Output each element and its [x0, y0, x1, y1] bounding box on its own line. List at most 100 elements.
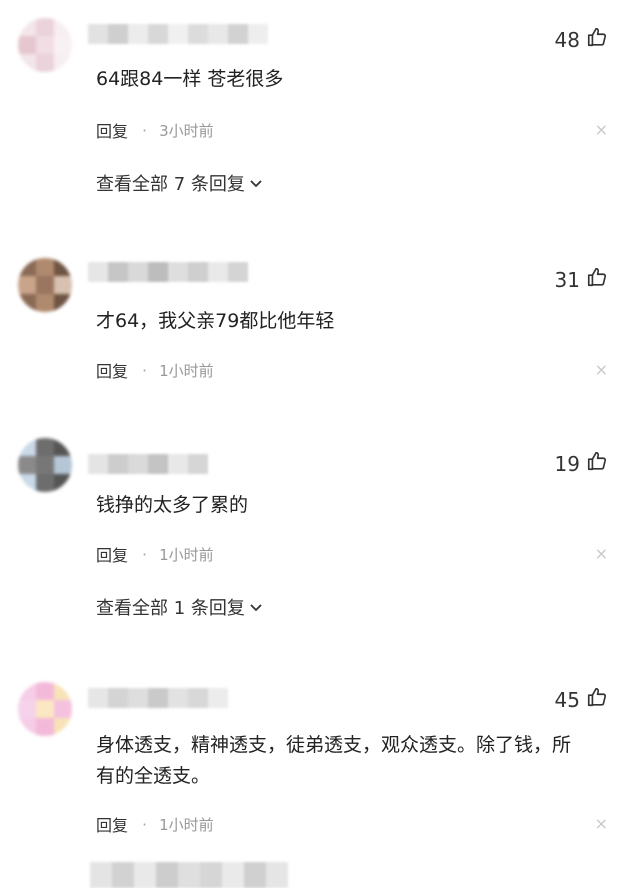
username-pixel: [228, 262, 248, 282]
avatar-pixel: [36, 456, 54, 474]
like-count: 48: [554, 27, 580, 52]
username-pixel: [128, 688, 148, 708]
like-button[interactable]: 31: [555, 266, 608, 293]
username-pixel: [128, 24, 148, 44]
comment-item: 48 64跟84一样 苍老很多 回复 · 3小时前 × 查看全部 7 条回复: [0, 0, 640, 220]
comment-meta: 回复 · 1小时前: [96, 542, 214, 566]
avatar[interactable]: [18, 258, 72, 312]
comment-item: 45 身体透支，精神透支，徒弟透支，观众透支。除了钱，所有的全透支。 回复 · …: [0, 664, 640, 854]
avatar[interactable]: [18, 682, 72, 736]
comment-text: 钱挣的太多了累的: [96, 494, 249, 516]
like-button[interactable]: 19: [555, 450, 608, 477]
username-pixel: [266, 862, 288, 888]
username-pixel: [134, 862, 156, 888]
reply-button[interactable]: 回复: [96, 118, 128, 142]
username-pixel: [208, 262, 228, 282]
username-blurred[interactable]: [88, 262, 248, 282]
username-blurred[interactable]: [88, 454, 208, 474]
avatar-pixel: [54, 456, 72, 474]
close-icon[interactable]: ×: [595, 360, 608, 379]
avatar[interactable]: [18, 18, 72, 72]
username-pixel: [108, 24, 128, 44]
timestamp: 1小时前: [159, 545, 214, 564]
timestamp: 3小时前: [159, 121, 214, 140]
username-blurred[interactable]: [90, 862, 288, 888]
avatar-pixel: [36, 294, 54, 312]
username-pixel: [188, 262, 208, 282]
avatar-pixel: [54, 276, 72, 294]
separator-dot: ·: [142, 120, 148, 140]
comment-item: 19 钱挣的太多了累的 回复 · 1小时前 × 查看全部 1 条回复: [0, 424, 640, 644]
username-pixel: [178, 862, 200, 888]
like-button[interactable]: 48: [555, 26, 608, 53]
close-icon[interactable]: ×: [595, 120, 608, 139]
avatar-pixel: [18, 276, 36, 294]
comment-meta: 回复 · 1小时前: [96, 358, 214, 382]
username-pixel: [128, 454, 148, 474]
avatar[interactable]: [18, 438, 72, 492]
view-all-replies-button[interactable]: 查看全部 1 条回复: [96, 594, 263, 620]
username-pixel: [90, 862, 112, 888]
avatar-pixel: [36, 258, 54, 276]
username-pixel: [244, 862, 266, 888]
username-pixel: [112, 862, 134, 888]
avatar-pixel: [18, 474, 36, 492]
chevron-down-icon: [249, 173, 263, 194]
username-pixel: [188, 24, 208, 44]
username-pixel: [208, 24, 228, 44]
username-blurred[interactable]: [88, 24, 268, 44]
avatar-pixel: [54, 474, 72, 492]
avatar-pixel: [36, 700, 54, 718]
username-blurred[interactable]: [88, 688, 228, 708]
avatar-pixel: [36, 682, 54, 700]
username-pixel: [88, 688, 108, 708]
avatar-pixel: [36, 276, 54, 294]
avatar-pixel: [36, 54, 54, 72]
username-pixel: [88, 454, 108, 474]
avatar-pixel: [18, 36, 36, 54]
username-pixel: [208, 688, 228, 708]
username-pixel: [168, 262, 188, 282]
username-pixel: [156, 862, 178, 888]
avatar-pixel: [18, 258, 36, 276]
comment-text: 才64，我父亲79都比他年轻: [96, 310, 335, 332]
reply-button[interactable]: 回复: [96, 542, 128, 566]
avatar-pixel: [54, 700, 72, 718]
avatar-pixel: [18, 456, 36, 474]
reply-button[interactable]: 回复: [96, 812, 128, 836]
username-pixel: [148, 688, 168, 708]
separator-dot: ·: [142, 360, 148, 380]
avatar-pixel: [54, 36, 72, 54]
username-pixel: [108, 688, 128, 708]
view-all-replies-button[interactable]: 查看全部 7 条回复: [96, 170, 263, 196]
thumbs-up-icon: [586, 26, 608, 53]
separator-dot: ·: [142, 814, 148, 834]
avatar-pixel: [54, 18, 72, 36]
avatar-pixel: [36, 36, 54, 54]
view-all-replies-label: 查看全部 7 条回复: [96, 174, 245, 195]
comment-item-partial: [0, 856, 640, 888]
reply-button[interactable]: 回复: [96, 358, 128, 382]
username-pixel: [88, 262, 108, 282]
username-pixel: [108, 262, 128, 282]
avatar-pixel: [36, 438, 54, 456]
comment-meta: 回复 · 1小时前: [96, 812, 214, 836]
avatar-pixel: [54, 54, 72, 72]
view-all-replies-label: 查看全部 1 条回复: [96, 598, 245, 619]
avatar-pixel: [36, 18, 54, 36]
avatar-pixel: [54, 294, 72, 312]
close-icon[interactable]: ×: [595, 814, 608, 833]
username-pixel: [88, 24, 108, 44]
avatar-pixel: [54, 718, 72, 736]
close-icon[interactable]: ×: [595, 544, 608, 563]
like-count: 31: [554, 267, 580, 292]
username-pixel: [168, 688, 188, 708]
avatar-pixel: [18, 682, 36, 700]
username-pixel: [148, 24, 168, 44]
timestamp: 1小时前: [159, 361, 214, 380]
username-pixel: [148, 454, 168, 474]
like-button[interactable]: 45: [555, 686, 608, 713]
username-pixel: [188, 688, 208, 708]
username-pixel: [148, 262, 168, 282]
username-pixel: [200, 862, 222, 888]
